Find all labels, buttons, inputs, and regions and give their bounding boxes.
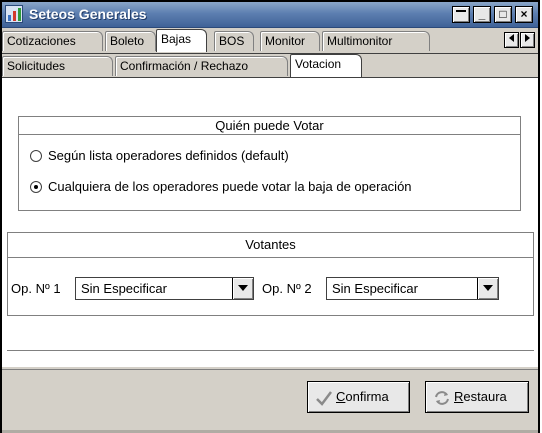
tab-bajas[interactable]: Bajas [156, 29, 207, 52]
checkmark-icon [316, 391, 332, 406]
main-tab-row: Cotizaciones Boleto Bajas BOS Monitor Mu… [2, 29, 538, 52]
radio-button-checked[interactable] [30, 180, 42, 193]
maximize-button[interactable]: □ [494, 6, 512, 23]
close-button[interactable]: × [515, 6, 533, 23]
confirma-label: Confirma [336, 389, 389, 404]
radio-label: Cualquiera de los operadores puede votar… [48, 179, 412, 194]
tab-confirmacion-rechazo[interactable]: Confirmación / Rechazo [115, 56, 288, 76]
confirma-button[interactable]: Confirma [307, 381, 410, 413]
op1-select[interactable]: Sin Especificar [75, 277, 254, 300]
restaura-button[interactable]: Restaura [425, 381, 529, 413]
tab-multimonitor[interactable]: Multimonitor [322, 31, 430, 51]
quien-puede-votar-group: Quién puede Votar Según lista operadores… [18, 116, 521, 211]
action-bar: Confirma Restaura [2, 369, 538, 431]
sub-tab-row: Solicitudes Confirmación / Rechazo Votac… [2, 53, 538, 77]
seteos-generales-window: Seteos Generales _ □ × Cotizaciones Bole… [0, 0, 540, 433]
votacion-panel: Quién puede Votar Según lista operadores… [2, 77, 538, 367]
arrow-left-icon [509, 34, 514, 42]
title-bar[interactable]: Seteos Generales _ □ × [2, 2, 538, 28]
op2-select[interactable]: Sin Especificar [326, 277, 499, 300]
votantes-group: Votantes Op. Nº 1 Sin Especificar Op. Nº… [7, 232, 534, 316]
tab-cotizaciones[interactable]: Cotizaciones [2, 31, 103, 51]
window-title: Seteos Generales [29, 6, 147, 22]
op1-value: Sin Especificar [81, 281, 167, 296]
radio-cualquiera[interactable]: Cualquiera de los operadores puede votar… [30, 178, 412, 196]
tab-bos[interactable]: BOS [214, 31, 254, 51]
op2-label: Op. Nº 2 [262, 281, 312, 296]
panel-divider [7, 350, 534, 351]
restaura-label: Restaura [454, 389, 507, 404]
tab-solicitudes[interactable]: Solicitudes [2, 56, 113, 76]
tab-scroll-right-button[interactable] [520, 32, 535, 48]
radio-button[interactable] [30, 149, 42, 162]
tab-votacion[interactable]: Votacion [290, 54, 362, 77]
tab-monitor[interactable]: Monitor [260, 31, 320, 51]
group-title: Quién puede Votar [19, 117, 520, 135]
tab-boleto[interactable]: Boleto [105, 31, 156, 51]
app-chart-icon[interactable] [5, 5, 23, 23]
tab-scroll-left-button[interactable] [504, 32, 519, 48]
minimize-button[interactable]: _ [473, 6, 491, 23]
chevron-down-icon[interactable] [477, 278, 498, 299]
radio-label: Según lista operadores definidos (defaul… [48, 148, 289, 163]
op1-label: Op. Nº 1 [11, 281, 61, 296]
extra-window-button[interactable] [452, 6, 470, 23]
radio-segun-lista[interactable]: Según lista operadores definidos (defaul… [30, 147, 289, 165]
op2-value: Sin Especificar [332, 281, 418, 296]
restore-arrows-icon [435, 391, 449, 405]
chevron-down-icon[interactable] [232, 278, 253, 299]
group-title: Votantes [8, 233, 533, 258]
arrow-right-icon [525, 34, 530, 42]
